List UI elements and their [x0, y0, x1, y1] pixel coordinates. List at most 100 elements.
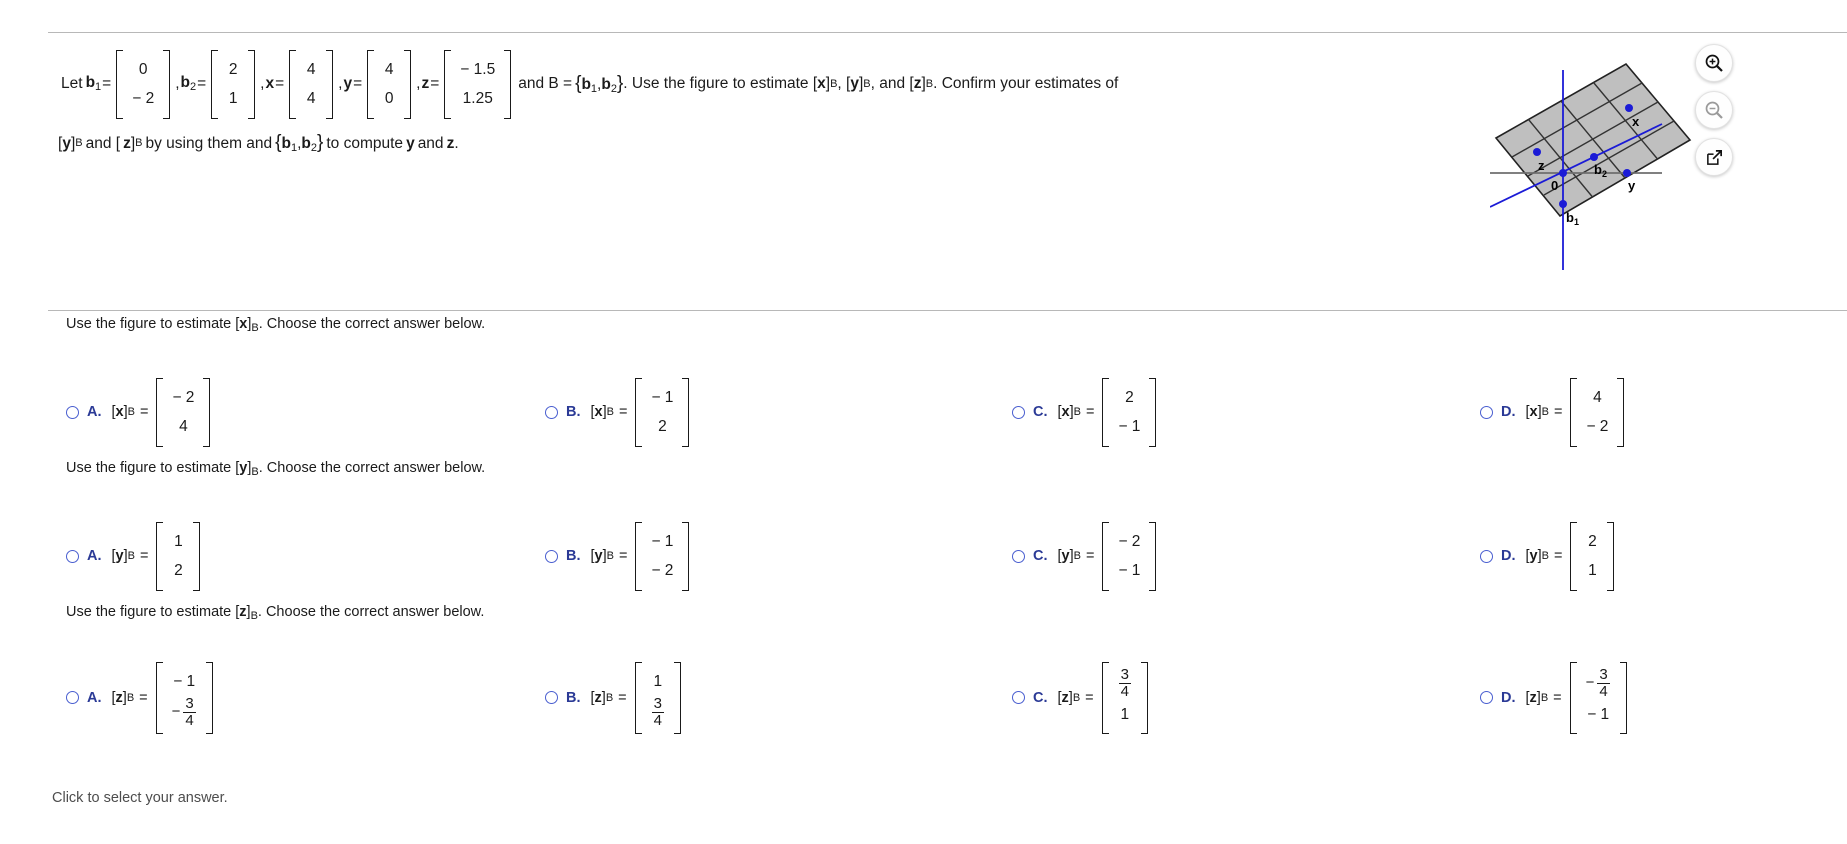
bracket-left — [1570, 522, 1578, 591]
choice-x-d[interactable]: D.[x] B = 4− 2 — [1480, 378, 1628, 447]
choice-expression: [y] B = — [1526, 548, 1567, 564]
zoom-out-button[interactable] — [1695, 91, 1733, 129]
click-hint: Click to select your answer. — [52, 790, 228, 806]
z-vector: − 1.5 1.25 — [444, 50, 512, 119]
prompt-text: Use the figure to estimate [ — [66, 460, 240, 476]
stem-z: z — [913, 75, 922, 93]
vector-entry: − 2 — [1586, 418, 1609, 436]
choice-z-b[interactable]: B.[z] B = 1 3 4 — [545, 662, 685, 734]
label-b1: b1 — [1566, 210, 1579, 227]
choice-variable: x — [115, 404, 124, 421]
bracket-right — [1619, 662, 1627, 734]
bracket-right — [326, 50, 334, 119]
line2-compute-y: y — [406, 134, 415, 152]
vector-column: 34 1 — [1109, 662, 1141, 734]
zoom-in-button[interactable] — [1695, 44, 1733, 82]
choice-x-a[interactable]: A.[x] B = − 24 — [66, 378, 214, 447]
choice-letter: D. — [1501, 689, 1516, 706]
choice-subscript: B — [606, 550, 614, 563]
label-z: z — [1538, 158, 1545, 173]
choice-vector: 12 — [156, 522, 201, 591]
choice-x-b[interactable]: B.[x] B = − 12 — [545, 378, 693, 447]
radio-button[interactable] — [1012, 405, 1025, 419]
stem-tail-e: . Confirm your estimates of — [933, 75, 1119, 93]
radio-button[interactable] — [1012, 549, 1025, 563]
radio-button[interactable] — [66, 549, 79, 563]
vector-column: − 1 − 2 — [642, 522, 682, 591]
choice-y-d[interactable]: D.[y] B = 2 1 — [1480, 522, 1618, 591]
bracket-right — [673, 662, 681, 734]
vector-entry: 4 — [384, 61, 394, 78]
stem-tail-c: , [ — [837, 75, 851, 93]
choice-variable: x — [594, 404, 603, 421]
vector-entry: − 1.5 — [460, 61, 496, 78]
radio-button[interactable] — [1480, 405, 1493, 419]
bracket-right — [203, 378, 211, 447]
open-popup-button[interactable] — [1695, 138, 1733, 176]
vector-entry: 34 — [651, 696, 665, 729]
vector-entry: −3 4 — [172, 696, 197, 729]
choice-subscript: B — [127, 550, 135, 563]
choice-variable: y — [1061, 548, 1070, 565]
vector-column: 1 34 — [642, 662, 674, 734]
choice-letter: A. — [87, 404, 102, 421]
bracket-left — [635, 522, 643, 591]
vector-entry: − 1 — [1587, 705, 1610, 723]
vector-entry: 1 — [1120, 705, 1130, 723]
bracket-left — [1570, 378, 1578, 447]
radio-button[interactable] — [66, 405, 79, 419]
basis-plane-figure: x z 0 b2 y b1 — [1489, 42, 1720, 282]
choice-expression: [x] B = — [591, 404, 632, 420]
vector-entry: 1 — [1588, 562, 1597, 580]
vector-entry: 2 — [1125, 389, 1134, 406]
radio-button[interactable] — [545, 405, 558, 419]
prompt-variable: z — [239, 604, 247, 620]
equals-sign: = — [1553, 548, 1563, 565]
choice-z-a[interactable]: A.[z] B = − 1−3 4 — [66, 662, 217, 734]
vector-entry: 1 — [228, 90, 238, 108]
vector-entry: 4 — [179, 418, 188, 436]
choice-subscript: B — [1541, 406, 1549, 419]
line2-byusing: by using them and — [145, 134, 273, 152]
bracket-left — [634, 662, 642, 734]
b1-label: b1 — [85, 74, 102, 94]
fraction: 34 — [1597, 667, 1610, 700]
line2-and: and [ — [85, 134, 121, 152]
radio-button[interactable] — [1480, 691, 1493, 705]
radio-button[interactable] — [545, 691, 558, 705]
choice-subscript: B — [127, 406, 135, 419]
choice-x-c[interactable]: C.[x] B = 2− 1 — [1012, 378, 1160, 447]
choice-y-c[interactable]: C.[y] B = − 2− 1 — [1012, 522, 1160, 591]
choice-vector: 34 1 — [1101, 662, 1148, 734]
line2-basis-set: {b1,b2} — [275, 131, 324, 154]
point-b1 — [1559, 200, 1567, 208]
radio-button[interactable] — [1480, 549, 1493, 563]
vector-column: 4 − 2 — [1577, 378, 1617, 447]
prompt-text: Use the figure to estimate [ — [66, 604, 240, 620]
b1-vector: 0 − 2 — [116, 50, 171, 119]
choice-z-c[interactable]: C.[z] B = 3 4 1 — [1012, 662, 1152, 734]
vector-entry: 4 — [1593, 389, 1602, 406]
choice-expression: [y] B = — [591, 548, 632, 564]
stem-tail-d: , and [ — [870, 75, 914, 93]
radio-button[interactable] — [66, 691, 79, 705]
comma-4: , — [416, 75, 421, 93]
choice-vector: 4 − 2 — [1570, 378, 1625, 447]
bracket-left — [1101, 662, 1109, 734]
radio-button[interactable] — [545, 549, 558, 563]
choice-y-b[interactable]: B.[y] B = − 1− 2 — [545, 522, 693, 591]
choice-z-d[interactable]: D.[z] B = −3 4− 1 — [1480, 662, 1631, 734]
choice-expression: [y] B = — [1058, 548, 1099, 564]
problem-line-2: [y] B and [z] B by using them and {b1,b2} … — [58, 131, 1258, 155]
choice-y-a[interactable]: A.[y] B = 1 2 — [66, 522, 204, 591]
vector-entry: 0 — [138, 61, 148, 78]
bracket-left — [211, 50, 219, 119]
equals-sign: = — [1085, 689, 1094, 706]
fraction: 34 — [183, 696, 196, 729]
radio-button[interactable] — [1012, 691, 1025, 705]
open-in-new-icon — [1706, 149, 1722, 165]
fraction-sign: − — [171, 703, 181, 721]
choice-vector: − 1 −3 4 — [155, 662, 213, 734]
choice-variable: x — [1529, 404, 1538, 421]
bracket-left — [635, 378, 643, 447]
